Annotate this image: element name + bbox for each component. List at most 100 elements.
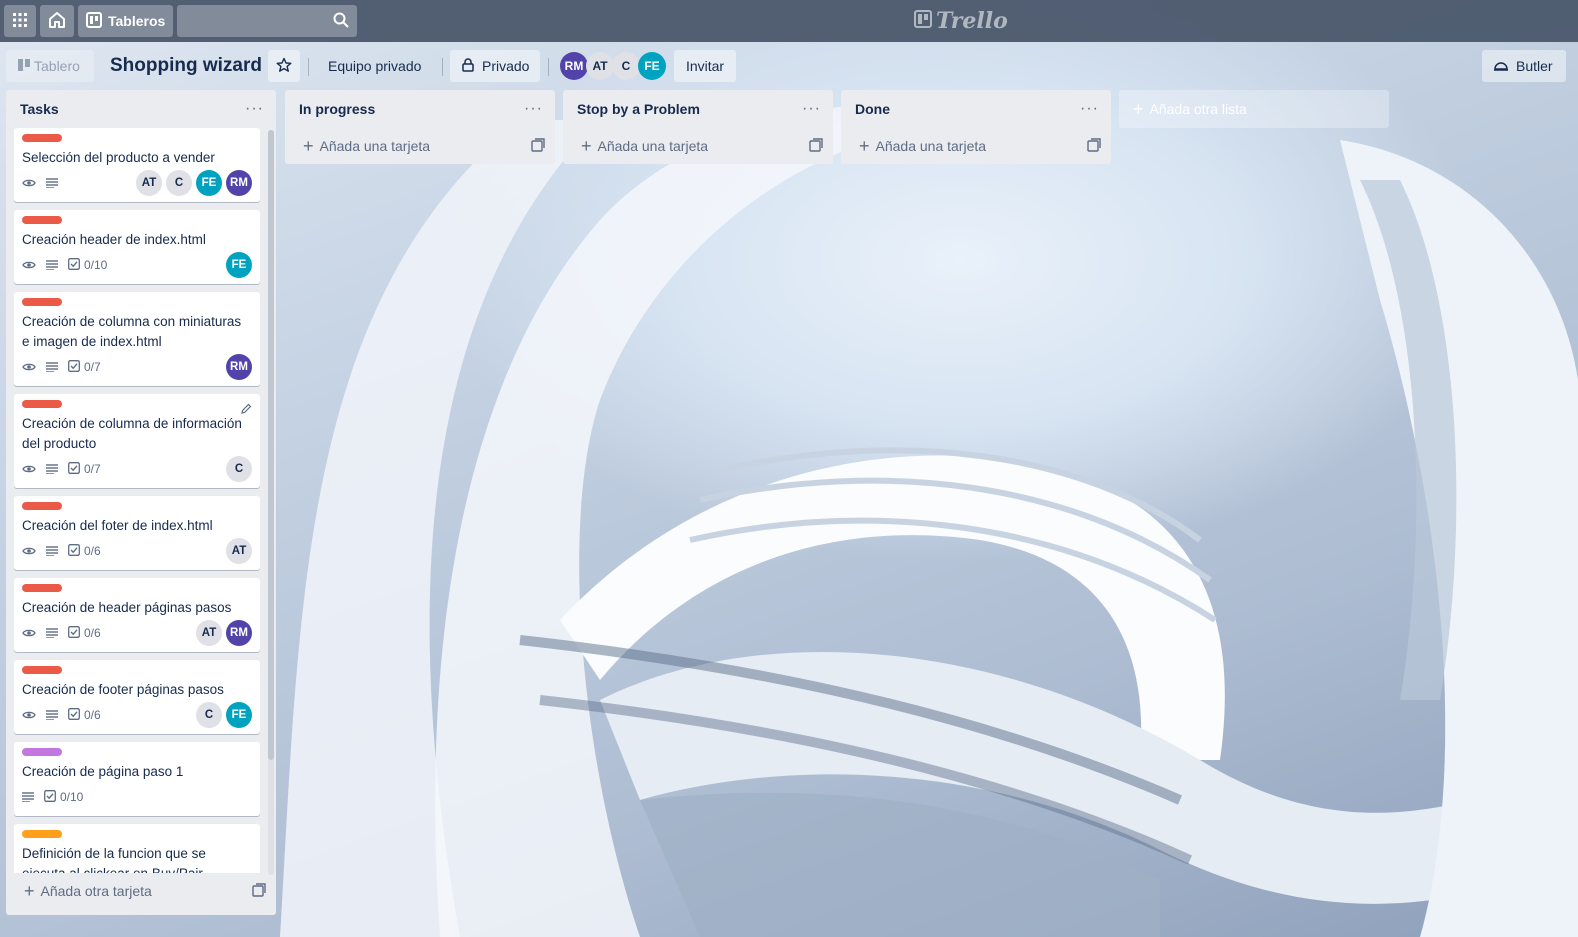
star-button[interactable] — [268, 50, 300, 82]
butler-icon — [1494, 58, 1508, 74]
checklist-count: 0/6 — [84, 626, 101, 640]
list-title[interactable]: Done — [855, 101, 890, 117]
task-card[interactable]: Creación de columna con miniaturas e ima… — [14, 292, 260, 386]
task-card[interactable]: Creación de columna de información del p… — [14, 394, 260, 488]
member-avatar[interactable]: AT — [136, 170, 162, 196]
task-card[interactable]: Definición de la funcion que se ejecuta … — [14, 824, 260, 873]
checklist-badge: 0/7 — [68, 461, 101, 477]
list-header[interactable]: Tasks ··· — [6, 90, 276, 128]
apps-grid-icon — [12, 12, 28, 31]
add-card-button[interactable]: + Añada una tarjeta — [285, 128, 555, 164]
card-title: Creación del foter de index.html — [22, 518, 213, 533]
team-button[interactable]: Equipo privado — [316, 50, 433, 82]
add-card-button[interactable]: + Añada una tarjeta — [563, 128, 833, 164]
add-list-label: Añada otra lista — [1149, 101, 1247, 117]
butler-button[interactable]: Butler — [1482, 50, 1566, 82]
list-header[interactable]: In progress ··· — [285, 90, 555, 128]
task-card[interactable]: Creación del foter de index.html 0/6 AT — [14, 496, 260, 570]
watch-eye-icon — [22, 710, 36, 720]
header-divider — [308, 58, 309, 76]
privacy-button[interactable]: Privado — [450, 50, 540, 82]
watch-eye-icon — [22, 464, 36, 474]
member-avatar[interactable]: FE — [196, 170, 222, 196]
member-avatar[interactable]: RM — [226, 620, 252, 646]
member-avatar[interactable]: C — [166, 170, 192, 196]
add-list-button[interactable]: + Añada otra lista — [1119, 90, 1389, 128]
checklist-icon — [68, 461, 80, 477]
home-button[interactable] — [40, 5, 74, 37]
checklist-count: 0/6 — [84, 544, 101, 558]
edit-card-icon[interactable] — [240, 402, 252, 418]
card-title: Creación de página paso 1 — [22, 764, 184, 779]
apps-button[interactable] — [4, 5, 36, 37]
trello-logo[interactable]: Trello — [914, 8, 1008, 34]
checklist-badge: 0/6 — [68, 543, 101, 559]
checklist-badge: 0/6 — [68, 625, 101, 641]
checklist-icon — [44, 789, 56, 805]
member-avatar-c[interactable]: C — [612, 52, 640, 80]
list-in-progress: In progress ··· + Añada una tarjeta — [285, 90, 555, 164]
list-menu-icon[interactable]: ··· — [524, 101, 543, 117]
checklist-count: 0/10 — [84, 258, 108, 272]
member-avatar[interactable]: FE — [226, 702, 252, 728]
checklist-icon — [68, 257, 80, 273]
member-avatar[interactable]: RM — [226, 170, 252, 196]
member-avatar[interactable]: C — [196, 702, 222, 728]
card-template-icon[interactable] — [252, 882, 266, 900]
member-avatar[interactable]: C — [226, 456, 252, 482]
member-avatar-at[interactable]: AT — [586, 52, 614, 80]
list-title[interactable]: Stop by a Problem — [577, 101, 700, 117]
card-title: Creación de footer páginas pasos — [22, 682, 224, 697]
card-badges: 0/10 FE — [22, 250, 252, 280]
task-card[interactable]: Selección del producto a vender AT C FE RM — [14, 128, 260, 202]
watch-eye-icon — [22, 362, 36, 372]
list-header[interactable]: Done ··· — [841, 90, 1111, 128]
board-title[interactable]: Shopping wizard — [104, 50, 268, 82]
add-card-button[interactable]: + Añada una tarjeta — [841, 128, 1111, 164]
checklist-badge: 0/6 — [68, 707, 101, 723]
member-avatar[interactable]: AT — [196, 620, 222, 646]
member-avatar[interactable]: RM — [226, 354, 252, 380]
trello-logo-text: Trello — [936, 8, 1008, 34]
board-view-label: Tablero — [34, 58, 80, 74]
description-icon — [46, 178, 58, 188]
board-view-icon — [18, 58, 30, 74]
watch-eye-icon — [22, 178, 36, 188]
board-icon — [86, 11, 102, 31]
card-members: AT C FE RM — [136, 170, 252, 196]
list-menu-icon[interactable]: ··· — [802, 101, 821, 117]
task-card[interactable]: Creación de página paso 1 0/10 — [14, 742, 260, 816]
card-label — [22, 216, 62, 224]
list-header[interactable]: Stop by a Problem ··· — [563, 90, 833, 128]
list-title[interactable]: In progress — [299, 101, 375, 117]
card-template-icon[interactable] — [531, 137, 545, 155]
list-title[interactable]: Tasks — [20, 101, 59, 117]
search-icon[interactable] — [333, 12, 350, 31]
card-badges: 0/10 — [22, 782, 252, 812]
card-label — [22, 748, 62, 756]
card-template-icon[interactable] — [1087, 137, 1101, 155]
card-title: Creación de columna con miniaturas e ima… — [22, 314, 242, 349]
task-card[interactable]: Creación de header páginas pasos 0/6 AT RM — [14, 578, 260, 652]
invite-button[interactable]: Invitar — [674, 50, 736, 82]
description-icon — [46, 546, 58, 556]
list-menu-icon[interactable]: ··· — [1080, 101, 1099, 117]
watch-eye-icon — [22, 260, 36, 270]
member-avatar-fe[interactable]: FE — [638, 52, 666, 80]
star-icon — [276, 57, 292, 76]
add-card-button[interactable]: + Añada otra tarjeta — [6, 873, 276, 909]
card-members: C FE — [196, 702, 252, 728]
add-card-label: Añada una tarjeta — [597, 138, 709, 154]
card-title: Creación de header páginas pasos — [22, 600, 232, 615]
card-template-icon[interactable] — [809, 137, 823, 155]
search-input[interactable] — [177, 5, 358, 37]
task-card[interactable]: Creación de footer páginas pasos 0/6 C FE — [14, 660, 260, 734]
boards-button[interactable]: Tableros — [78, 5, 174, 37]
board-view-switcher[interactable]: Tablero — [6, 50, 94, 82]
member-avatar-rm[interactable]: RM — [560, 52, 588, 80]
member-avatar[interactable]: FE — [226, 252, 252, 278]
task-card[interactable]: Creación header de index.html 0/10 FE — [14, 210, 260, 284]
member-avatar[interactable]: AT — [226, 538, 252, 564]
card-members: C — [226, 456, 252, 482]
list-menu-icon[interactable]: ··· — [245, 101, 264, 117]
